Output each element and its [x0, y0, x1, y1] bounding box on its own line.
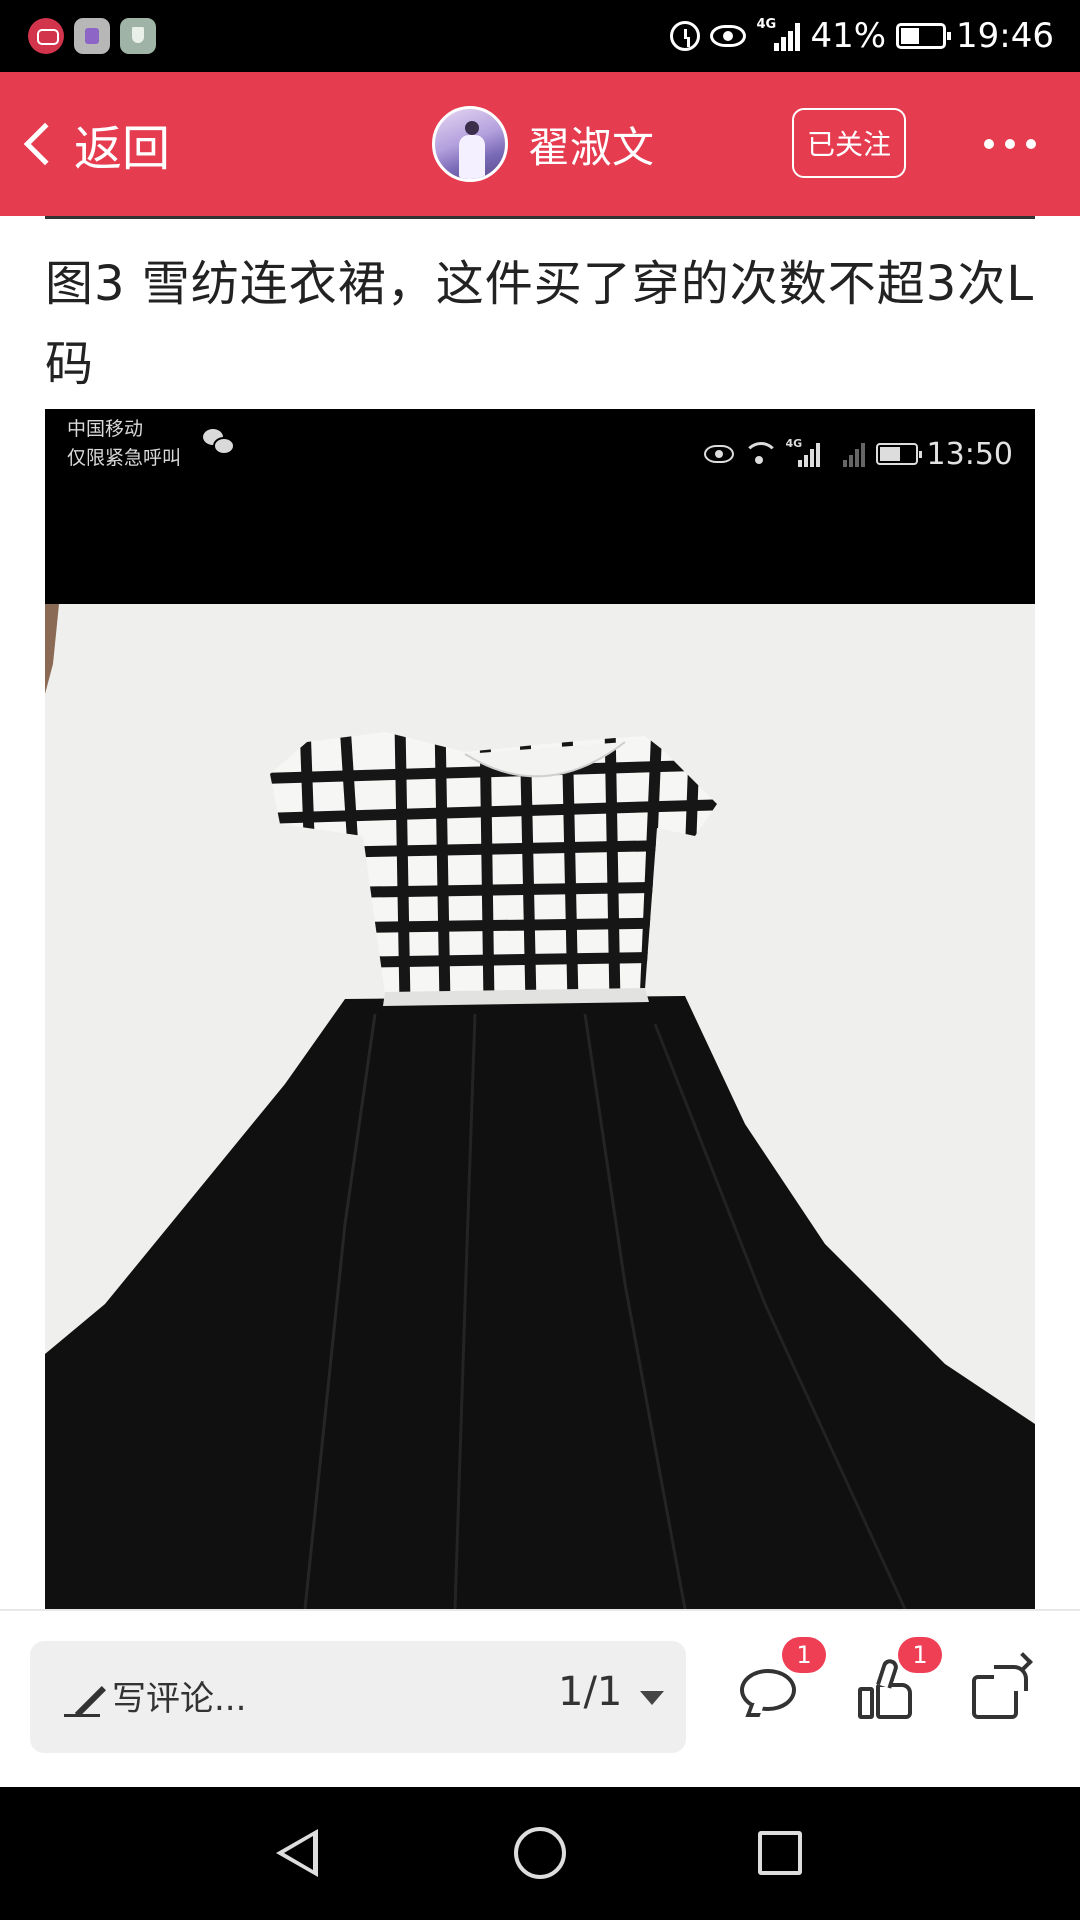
caret-down-icon[interactable]	[640, 1691, 664, 1705]
comment-button[interactable]: 1	[736, 1637, 826, 1725]
bottom-action-bar: 写评论... 1/1 1 1	[0, 1611, 1080, 1787]
comment-placeholder: 写评论...	[112, 1679, 247, 1719]
shield-icon	[120, 18, 156, 54]
nav-recents-icon[interactable]	[758, 1831, 802, 1875]
more-icon[interactable]	[984, 132, 1036, 156]
chevron-left-icon	[23, 122, 67, 166]
app-header: 返回 翟淑文 已关注	[0, 72, 1080, 216]
thumbs-up-icon	[858, 1687, 874, 1719]
divider	[45, 216, 1035, 219]
status-bar: 4G 41% 19:46	[0, 0, 1080, 72]
alarm-icon	[670, 21, 701, 51]
like-button[interactable]: 1	[854, 1637, 942, 1725]
embedded-network-type: 4G	[785, 437, 803, 450]
share-button[interactable]	[968, 1652, 1038, 1725]
pencil-icon	[64, 1677, 104, 1717]
signal-icon: 4G	[786, 437, 822, 467]
system-navigation-bar	[0, 1787, 1080, 1920]
battery-percent: 41%	[810, 16, 887, 56]
signal-empty-icon	[831, 441, 867, 467]
nav-home-icon[interactable]	[514, 1827, 566, 1879]
carrier-line-2: 仅限紧急呼叫	[67, 447, 182, 469]
battery-icon	[896, 23, 952, 49]
like-count-badge: 1	[898, 1637, 942, 1673]
app-notification-icon	[74, 18, 110, 54]
carrier-text: 中国移动 仅限紧急呼叫	[67, 415, 181, 473]
embedded-status-bar: 中国移动 仅限紧急呼叫 4G 13:50	[45, 409, 1035, 604]
signal-icon: 4G	[756, 17, 801, 51]
back-button[interactable]: 返回	[20, 112, 171, 177]
app-notification-icon	[28, 18, 64, 54]
comment-input[interactable]: 写评论... 1/1	[30, 1641, 686, 1753]
nav-back-icon[interactable]	[276, 1829, 318, 1877]
author-info[interactable]: 翟淑文	[432, 105, 654, 183]
comment-count-badge: 1	[782, 1637, 826, 1673]
status-bar-right: 4G 41% 19:46	[670, 0, 1054, 72]
follow-button[interactable]: 已关注	[792, 108, 906, 178]
back-label: 返回	[74, 121, 171, 177]
embedded-status-right: 4G 13:50	[703, 429, 1013, 479]
dress-photo	[45, 604, 1035, 1609]
carrier-line-1: 中国移动	[67, 418, 144, 440]
post-caption: 图3 雪纺连衣裙，这件买了穿的次数不超3次L码	[45, 256, 1035, 392]
author-name[interactable]: 翟淑文	[528, 114, 654, 175]
post-image[interactable]: 中国移动 仅限紧急呼叫 4G 13:50	[45, 409, 1035, 1609]
battery-icon	[875, 443, 922, 465]
embedded-clock: 13:50	[926, 436, 1013, 472]
wifi-icon	[742, 442, 779, 466]
page-indicator[interactable]: 1/1	[558, 1669, 622, 1715]
eye-icon	[703, 445, 734, 463]
network-type: 4G	[756, 17, 777, 32]
clock: 19:46	[956, 16, 1054, 56]
avatar[interactable]	[432, 106, 508, 182]
comment-icon	[740, 1669, 796, 1711]
eye-icon	[710, 25, 747, 47]
wechat-icon	[203, 429, 235, 455]
